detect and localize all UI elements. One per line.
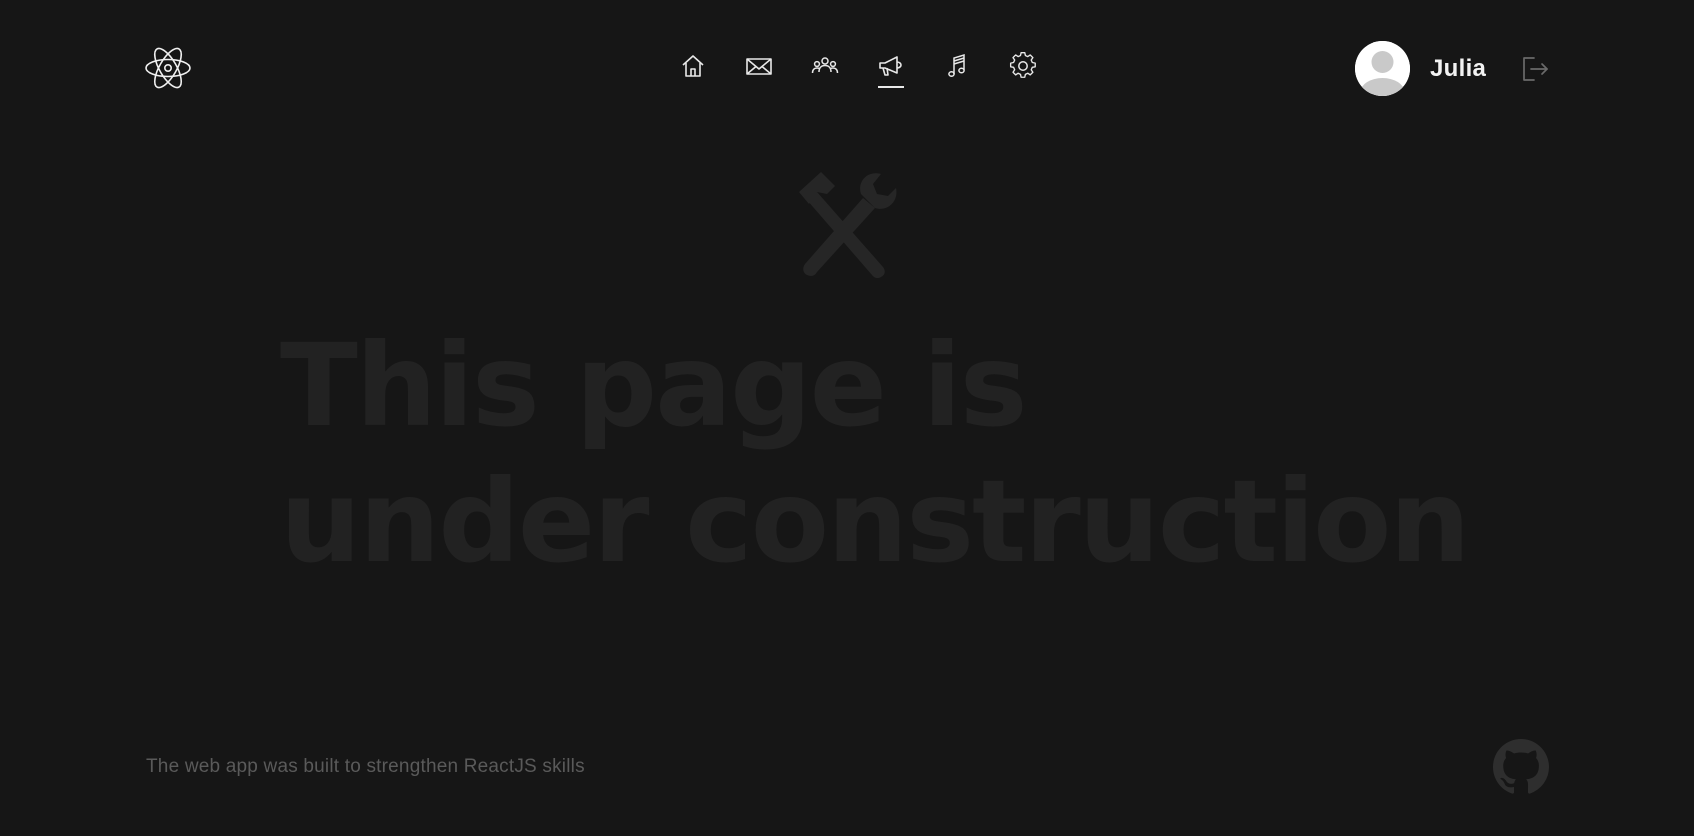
page: Julia This page is under construction Th…	[0, 0, 1694, 836]
page-title: This page is under construction	[280, 318, 1471, 590]
home-icon	[682, 55, 704, 77]
main-nav	[660, 52, 1056, 94]
nav-news[interactable]	[858, 52, 924, 94]
hammer-wrench-icon	[795, 172, 897, 280]
mail-icon	[746, 58, 772, 75]
nav-settings[interactable]	[990, 52, 1056, 94]
nav-messages[interactable]	[726, 52, 792, 94]
default-avatar-icon	[1355, 41, 1410, 96]
active-nav-indicator	[878, 86, 904, 88]
megaphone-icon	[879, 56, 902, 76]
user-name[interactable]: Julia	[1430, 55, 1486, 83]
logout-icon[interactable]	[1521, 55, 1549, 83]
nav-home[interactable]	[660, 52, 726, 94]
footer-text: The web app was built to strengthen Reac…	[146, 756, 585, 777]
users-icon	[811, 57, 839, 74]
music-icon	[948, 53, 965, 77]
react-atom-icon[interactable]	[143, 42, 193, 94]
user-profile[interactable]: Julia	[1355, 41, 1486, 96]
nav-music[interactable]	[924, 52, 990, 94]
headline-line-1: This page is	[280, 319, 1028, 452]
headline-line-2: under construction	[280, 455, 1471, 588]
gear-icon	[1009, 52, 1036, 78]
avatar[interactable]	[1355, 41, 1410, 96]
nav-friends[interactable]	[792, 52, 858, 94]
github-icon[interactable]	[1493, 739, 1549, 795]
